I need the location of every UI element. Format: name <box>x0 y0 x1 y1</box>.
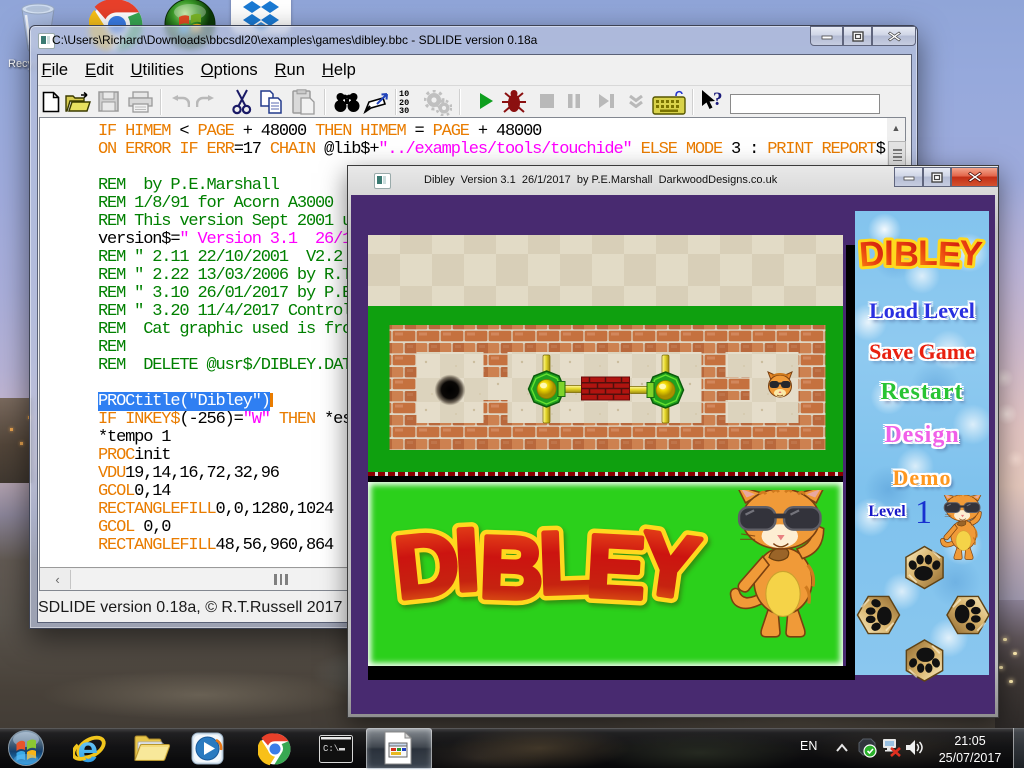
svg-text:D: D <box>858 234 886 274</box>
svg-text:Y: Y <box>633 512 705 618</box>
svg-text:I: I <box>884 234 894 273</box>
svg-text:L: L <box>918 234 939 273</box>
svg-text:I: I <box>452 509 482 609</box>
svg-text:B: B <box>478 517 545 618</box>
svg-text:C:\: C:\ <box>323 744 339 754</box>
svg-text:?: ? <box>713 89 723 110</box>
svg-text:Y: Y <box>957 233 984 274</box>
svg-text:B: B <box>893 235 920 274</box>
